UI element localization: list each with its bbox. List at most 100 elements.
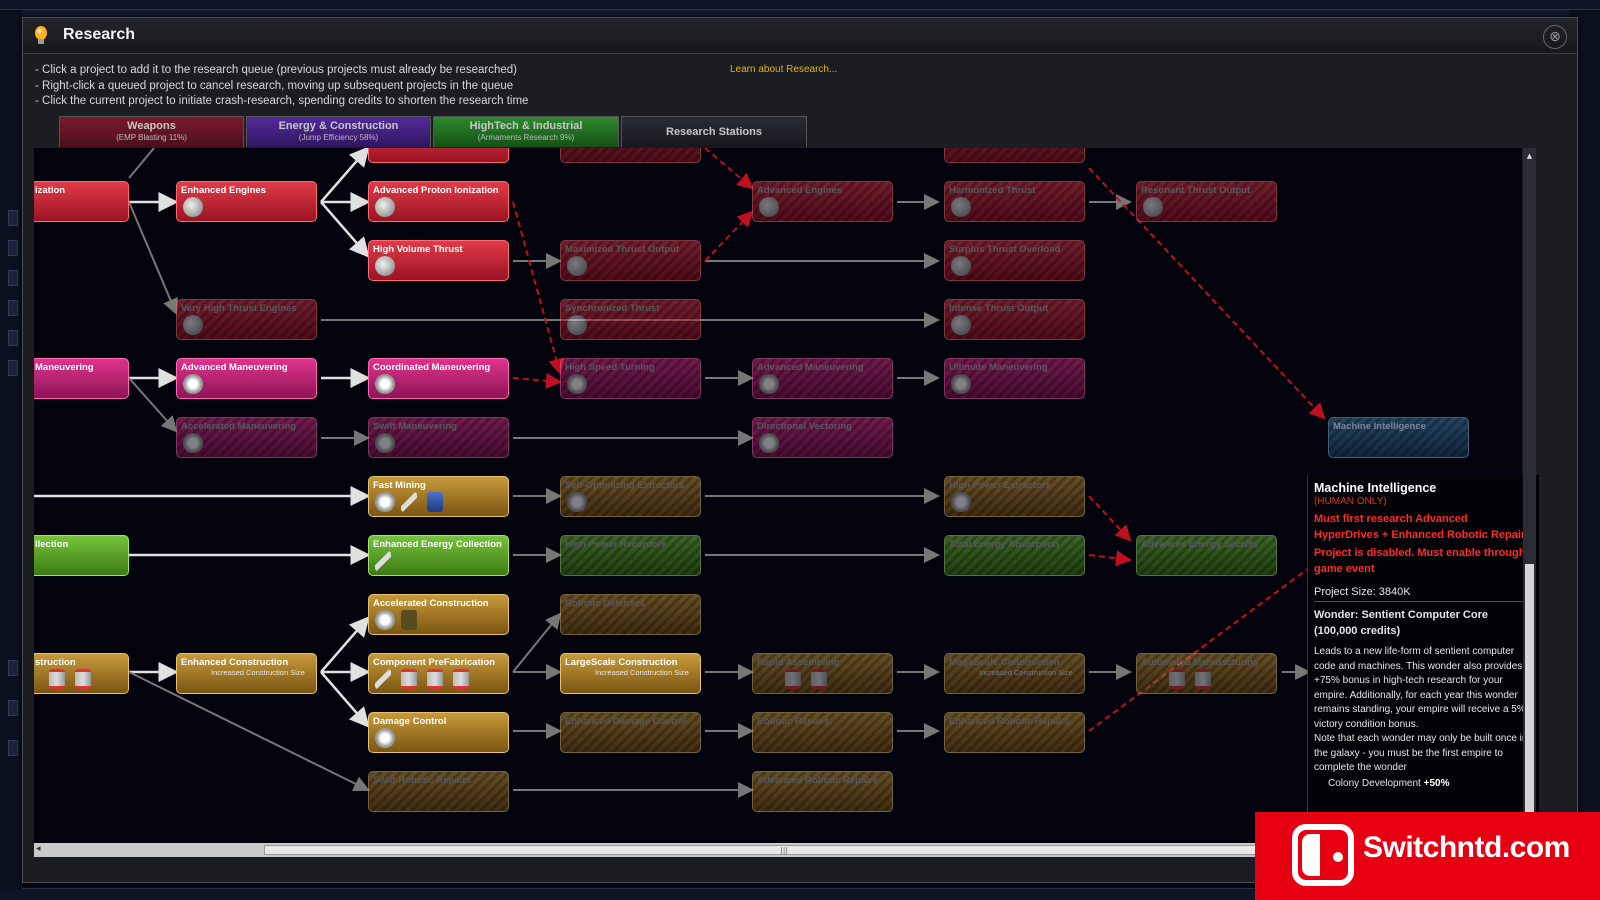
bonus-value: +50%	[1423, 777, 1450, 789]
tech-node-partial[interactable]	[368, 148, 509, 163]
toolbar-button[interactable]	[8, 210, 18, 226]
gear-icon	[375, 610, 395, 630]
tech-node-robotic-repairs[interactable]: Robotic Repairs	[752, 712, 893, 753]
thruster-icon	[375, 374, 395, 394]
tech-node-high-power-receptors[interactable]: High Power Receptors	[560, 535, 701, 576]
toolbar-button[interactable]	[8, 330, 18, 346]
tech-node-surplus-thrust-overload[interactable]: Surplus Thrust Overload	[944, 240, 1085, 281]
top-game-strip	[0, 0, 1600, 10]
tech-node-synchronized-thrust[interactable]: Synchronized Thrust	[560, 299, 701, 340]
tech-node-swift-robotic-repairs[interactable]: Swift Robotic Repairs	[368, 771, 509, 812]
tech-node-damage-control[interactable]: Damage Control	[368, 712, 509, 753]
crate-icon	[401, 610, 417, 630]
tab-weapons[interactable]: Weapons (EMP Blasting 11%)	[59, 116, 244, 147]
tech-node-maneuvering[interactable]: Maneuvering	[34, 358, 129, 399]
barrel-icon	[811, 669, 827, 689]
instruction-line: - Click the current project to initiate …	[35, 95, 529, 107]
instructions: - Click a project to add it to the resea…	[35, 63, 528, 110]
tech-node-enhanced-damage-control[interactable]: Enhanced Damage Control	[560, 712, 701, 753]
barrel-icon	[1195, 669, 1211, 689]
toolbar-button[interactable]	[8, 740, 18, 756]
tech-node-construction[interactable]: struction	[34, 653, 129, 694]
tech-node-megascale-construction[interactable]: MegaScale Construction Increased Construc…	[944, 653, 1085, 694]
tech-node-robotic-defenses[interactable]: Robotic Defenses	[560, 594, 701, 635]
tech-node-energy-collection[interactable]: llection	[34, 535, 129, 576]
tech-node-fast-mining[interactable]: Fast Mining	[368, 476, 509, 517]
tech-node-enhanced-engines[interactable]: Enhanced Engines	[176, 181, 317, 222]
tech-node-largescale-construction[interactable]: LargeScale Construction Increased Constru…	[560, 653, 701, 694]
tech-node-advanced-robotic-repairs[interactable]: Advanced Robotic Repairs	[752, 771, 893, 812]
tech-node-accelerated-maneuvering[interactable]: Accelerated Maneuvering	[176, 417, 317, 458]
tech-node-ultimate-maneuvering[interactable]: Ultimate Maneuvering	[944, 358, 1085, 399]
tech-node-high-power-extractors[interactable]: High Power Extractors	[944, 476, 1085, 517]
tech-node-advanced-energy-secrets[interactable]: Advanced Energy Secrets	[1136, 535, 1277, 576]
tooltip-wonder: Wonder: Sentient Computer Core (100,000 …	[1314, 609, 1488, 637]
toolbar-button[interactable]	[8, 660, 18, 676]
learn-about-research-link[interactable]: Learn about Research...	[730, 64, 837, 75]
tech-node-harmonized-thrust[interactable]: Harmonized Thrust	[944, 181, 1085, 222]
tech-node-accelerated-construction[interactable]: Accelerated Construction	[368, 594, 509, 635]
crane-icon	[375, 669, 391, 689]
vertical-scroll-thumb[interactable]	[1525, 564, 1534, 834]
window-title: Research	[63, 26, 136, 43]
title-bar[interactable]: Research ⊗	[23, 18, 1577, 54]
tech-node-component-prefabrication[interactable]: Component PreFabrication	[368, 653, 509, 694]
engine-icon	[375, 256, 395, 276]
tab-progress: (Armaments Research 9%)	[477, 133, 575, 142]
vertical-scrollbar[interactable]: ▲	[1523, 148, 1536, 843]
tech-node-partial[interactable]	[944, 148, 1085, 163]
pick-icon	[401, 492, 417, 512]
tech-node-high-speed-turning[interactable]: High Speed Turning	[560, 358, 701, 399]
toolbar-button[interactable]	[8, 240, 18, 256]
tab-research-stations[interactable]: Research Stations	[621, 116, 807, 147]
toolbar-button[interactable]	[8, 270, 18, 286]
tech-node-advanced-proton-ionization[interactable]: Advanced Proton Ionization	[368, 181, 509, 222]
tech-node-advanced-maneuvering[interactable]: Advanced Maneuvering	[176, 358, 317, 399]
thruster-icon	[375, 433, 395, 453]
close-button[interactable]: ⊗	[1543, 25, 1567, 49]
tooltip-bonus: Colony Development +50%	[1314, 777, 1533, 791]
tech-node-rapid-assembling[interactable]: Rapid Assembling	[752, 653, 893, 694]
tech-node-intense-thrust-output[interactable]: Intense Thrust Output	[944, 299, 1085, 340]
tech-node-self-optimizing-extractors[interactable]: Self-Optimizing Extractors	[560, 476, 701, 517]
drill-icon	[375, 492, 395, 512]
tech-tooltip: Machine Intelligence (HUMAN ONLY) Must f…	[1307, 475, 1539, 840]
barrel-icon	[1169, 669, 1185, 689]
horizontal-scroll-thumb[interactable]: |||	[264, 845, 1304, 855]
engine-icon	[567, 315, 587, 335]
tech-node-ionization[interactable]: ization	[34, 181, 129, 222]
watermark-text: Switchntd.com	[1363, 831, 1570, 864]
tech-node-advanced-engines[interactable]: Advanced Engines	[752, 181, 893, 222]
tech-node-total-energy-absorption[interactable]: Total Energy Absorption	[944, 535, 1085, 576]
tech-node-very-high-thrust-engines[interactable]: Very High Thrust Engines	[176, 299, 317, 340]
tech-node-resonant-thrust-output[interactable]: Resonant Thrust Output	[1136, 181, 1277, 222]
thruster-icon	[759, 374, 779, 394]
toolbar-button[interactable]	[8, 700, 18, 716]
tech-node-maximized-thrust-output[interactable]: Maximized Thrust Output	[560, 240, 701, 281]
tech-node-enhanced-robotic-repairs[interactable]: Enhanced Robotic Repairs	[944, 712, 1085, 753]
research-tree[interactable]: ization Enhanced Engines Advanced Proton…	[34, 148, 1522, 843]
scroll-left-arrow[interactable]: ◂	[36, 844, 41, 854]
tooltip-project-size: Project Size: 3840K	[1314, 585, 1533, 602]
tech-node-enhanced-construction[interactable]: Enhanced Construction Increased Construct…	[176, 653, 317, 694]
tech-node-enhanced-energy-collection[interactable]: Enhanced Energy Collection	[368, 535, 509, 576]
instruction-line: - Right-click a queued project to cancel…	[35, 79, 514, 92]
scroll-up-arrow[interactable]: ▲	[1525, 152, 1534, 161]
toolbar-button[interactable]	[8, 360, 18, 376]
research-window: Research ⊗ - Click a project to add it t…	[22, 17, 1578, 883]
repair-icon	[375, 728, 395, 748]
tech-node-high-volume-thrust[interactable]: High Volume Thrust	[368, 240, 509, 281]
tech-node-coordinated-maneuvering[interactable]: Coordinated Maneuvering	[368, 358, 509, 399]
thruster-icon	[567, 374, 587, 394]
tech-node-advanced-maneuvering-2[interactable]: Advanced Maneuvering	[752, 358, 893, 399]
tab-energy-construction[interactable]: Energy & Construction (Jump Efficiency 5…	[246, 116, 431, 147]
tab-hightech-industrial[interactable]: HighTech & Industrial (Armaments Researc…	[433, 116, 619, 147]
toolbar-button[interactable]	[8, 300, 18, 316]
tech-node-directional-vectoring[interactable]: Directional Vectoring	[752, 417, 893, 458]
tech-node-automated-manufacturing[interactable]: Automated Manufacturing	[1136, 653, 1277, 694]
lightning-icon	[375, 551, 391, 571]
tech-node-swift-maneuvering[interactable]: Swift Maneuvering	[368, 417, 509, 458]
watermark-banner: Switchntd.com	[1255, 812, 1600, 900]
tech-node-partial[interactable]	[560, 148, 701, 163]
tech-node-machine-intelligence[interactable]: Machine Intelligence	[1328, 417, 1469, 458]
